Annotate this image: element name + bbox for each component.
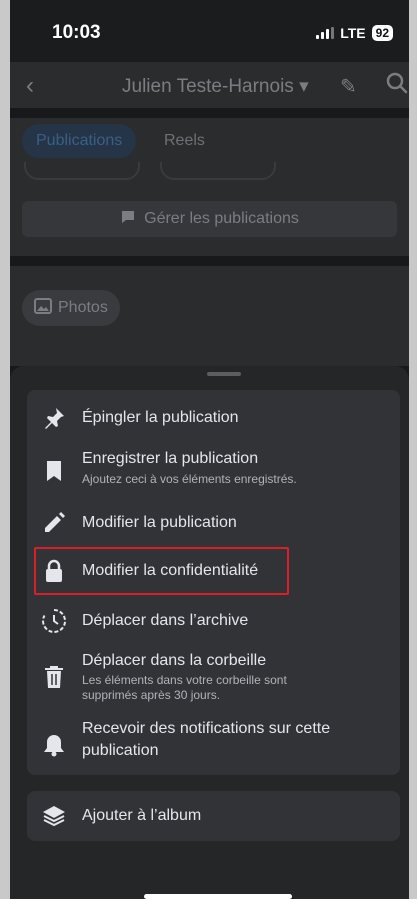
bell-icon (41, 732, 67, 758)
tab-publications[interactable]: Publications (22, 124, 137, 158)
status-bar: 10:03 LTE 92 (10, 0, 409, 62)
menu-item-notifications[interactable]: Recevoir des notifications sur cette pub… (27, 716, 400, 766)
menu-item-label: Modifier la publication (82, 514, 237, 531)
manage-section: Gérer les publications (10, 184, 409, 256)
action-sheet: Épingler la publication Enregistrer la p… (10, 366, 409, 899)
sheet-grabber[interactable] (207, 372, 241, 376)
signal-icon (316, 27, 335, 39)
menu-item-label: Épingler la publication (82, 409, 239, 426)
home-indicator (144, 894, 292, 899)
archive-clock-icon (41, 608, 67, 634)
menu-item-label: Déplacer dans la corbeille (82, 652, 267, 669)
menu-item-pin[interactable]: Épingler la publication (27, 398, 400, 438)
album-card: Ajouter à l’album (27, 791, 400, 841)
trash-icon (41, 664, 67, 690)
menu-item-trash[interactable]: Déplacer dans la corbeille Les éléments … (27, 648, 400, 706)
battery-icon: 92 (371, 25, 393, 41)
back-icon[interactable]: ‹ (26, 72, 34, 100)
status-time: 10:03 (52, 22, 101, 43)
manage-posts-label: Gérer les publications (144, 210, 299, 227)
filter-pill[interactable] (24, 162, 140, 180)
status-right: LTE 92 (316, 25, 393, 41)
tabs-bar: Publications Reels (10, 118, 409, 166)
network-label: LTE (340, 25, 366, 41)
lock-icon (41, 558, 67, 584)
menu-item-privacy[interactable]: Modifier la confidentialité (27, 550, 400, 592)
menu-item-label: Modifier la confidentialité (82, 562, 259, 579)
edit-icon[interactable]: ✎ (340, 74, 357, 99)
menu-item-label: Enregistrer la publication (82, 450, 259, 467)
menu-card: Épingler la publication Enregistrer la p… (27, 390, 400, 775)
photos-chip[interactable]: Photos (22, 290, 120, 326)
menu-item-archive[interactable]: Déplacer dans l’archive (27, 600, 400, 642)
menu-item-save[interactable]: Enregistrer la publication Ajoutez ceci … (27, 446, 400, 498)
photos-label: Photos (58, 299, 108, 316)
menu-item-album[interactable]: Ajouter à l’album (27, 797, 400, 835)
bookmark-icon (41, 458, 67, 484)
menu-item-label: Déplacer dans l’archive (82, 612, 249, 629)
menu-item-sublabel: Ajoutez ceci à vos éléments enregistrés. (82, 472, 297, 486)
menu-item-label: Recevoir des notifications sur cette (82, 720, 331, 737)
filter-pill-row (10, 162, 409, 184)
pin-icon (41, 405, 67, 431)
menu-item-sublabel: supprimés après 30 jours. (82, 688, 221, 702)
phone-screen: 10:03 LTE 92 ‹ Julien Teste-Harnois ▾ ✎ … (10, 0, 409, 899)
filter-pill[interactable] (160, 162, 276, 180)
menu-item-sublabel: Les éléments dans votre corbeille sont (82, 673, 287, 687)
pencil-icon (41, 510, 67, 536)
chat-icon (120, 209, 136, 230)
photo-icon (34, 297, 52, 319)
menu-item-label: Ajouter à l’album (82, 807, 202, 824)
tab-reels[interactable]: Reels (150, 124, 219, 158)
menu-item-edit[interactable]: Modifier la publication (27, 504, 400, 542)
menu-item-label-line2: publication (82, 742, 159, 759)
nav-bar: ‹ Julien Teste-Harnois ▾ ✎ (10, 62, 409, 108)
search-icon[interactable] (386, 72, 408, 100)
manage-posts-button[interactable]: Gérer les publications (22, 201, 397, 237)
layers-icon (41, 803, 67, 829)
profile-name[interactable]: Julien Teste-Harnois ▾ (122, 75, 309, 98)
photos-section: Photos (10, 266, 409, 366)
